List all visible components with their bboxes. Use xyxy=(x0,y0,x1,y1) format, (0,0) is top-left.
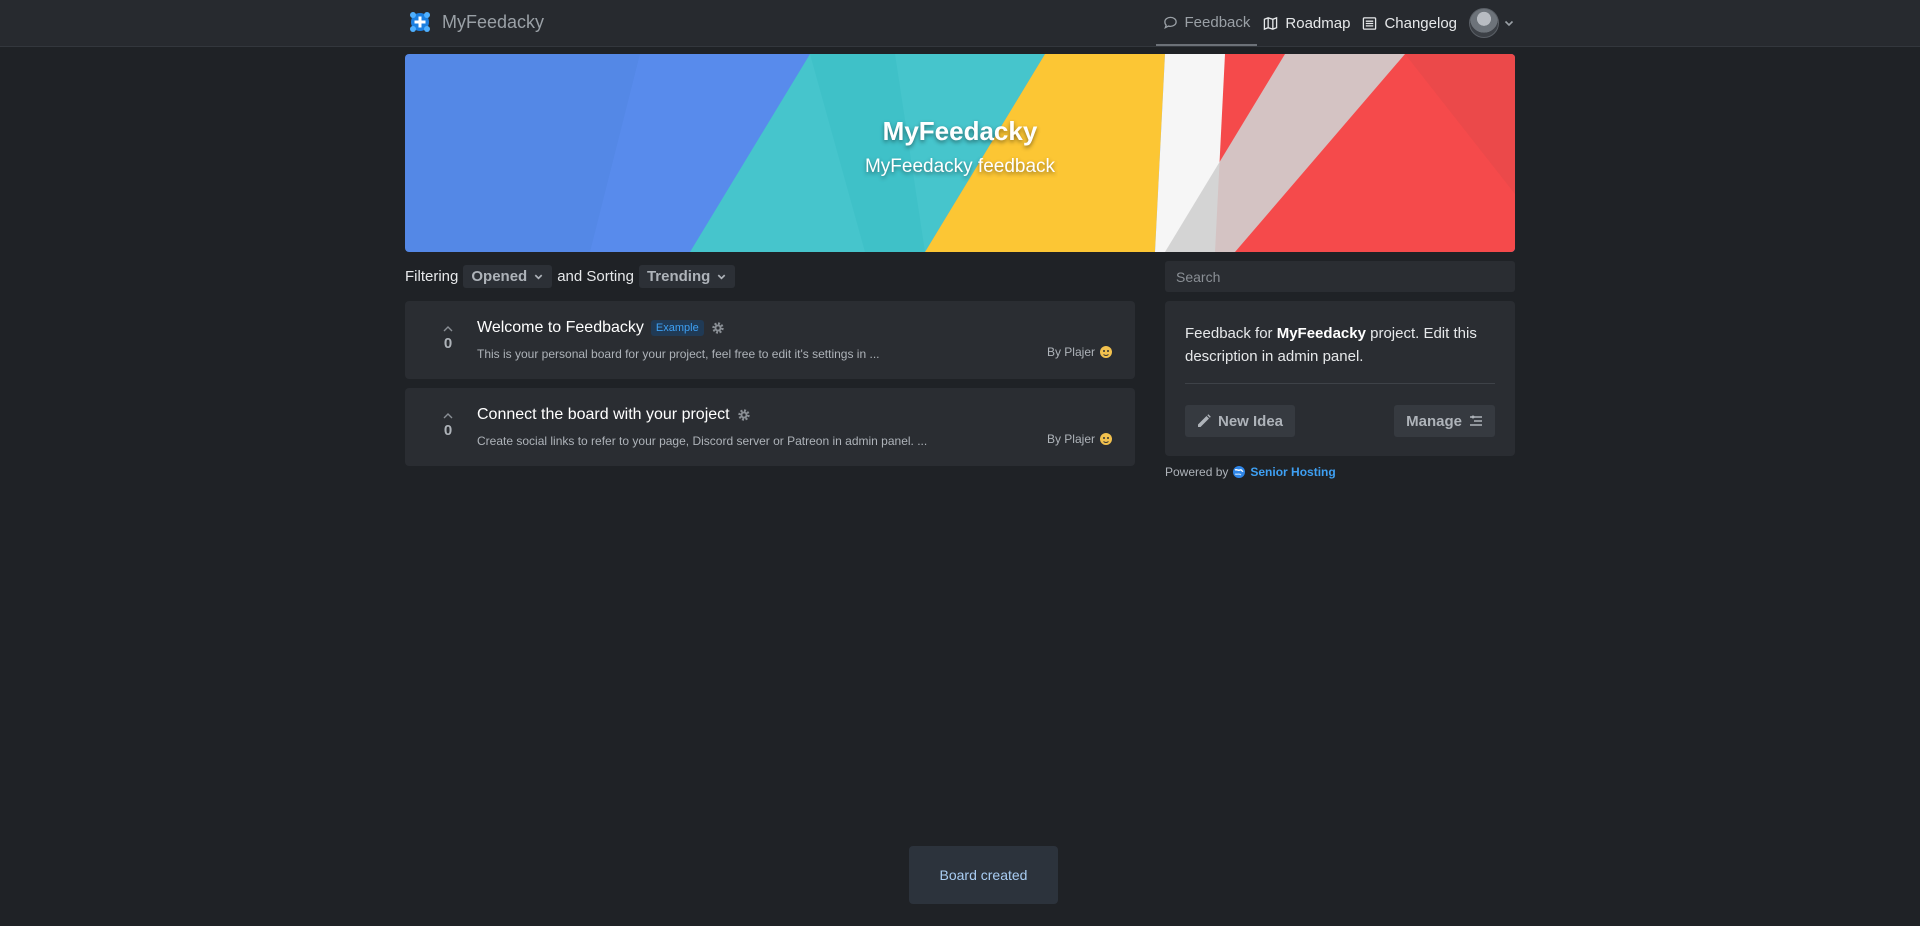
board-info-card: Feedback for MyFeedacky project. Edit th… xyxy=(1165,301,1515,456)
brand-logo-icon xyxy=(410,12,430,32)
upvote-button[interactable]: 0 xyxy=(429,412,467,439)
idea-title[interactable]: Welcome to Feedbacky xyxy=(477,319,644,337)
filtering-label: Filtering xyxy=(405,267,459,285)
nav-changelog-link[interactable]: Changelog xyxy=(1356,0,1463,46)
nav-feedback-link[interactable]: Feedback xyxy=(1155,0,1258,46)
new-idea-label: New Idea xyxy=(1218,412,1284,430)
idea-title-row: Welcome to Feedbacky Example xyxy=(477,319,725,337)
vote-count: 0 xyxy=(443,422,453,439)
globe-icon xyxy=(1233,466,1246,478)
chevron-down-icon xyxy=(1504,20,1514,27)
pencil-icon xyxy=(1198,414,1211,427)
idea-title-row: Connect the board with your project xyxy=(477,406,751,424)
nav-links: Feedback Roadmap Changelog xyxy=(1155,0,1515,46)
sort-dropdown[interactable]: Trending xyxy=(638,264,736,288)
chevron-down-icon xyxy=(717,274,726,280)
hero-banner: MyFeedacky MyFeedacky feedback xyxy=(405,54,1515,252)
senior-hosting-link[interactable]: Senior Hosting xyxy=(1232,465,1336,479)
gear-icon[interactable] xyxy=(737,408,751,422)
new-idea-button[interactable]: New Idea xyxy=(1185,405,1296,437)
author-name: By Plajer xyxy=(1046,345,1095,359)
idea-card[interactable]: 0 Connect the board with your project Cr… xyxy=(405,388,1135,466)
chat-bubble-icon xyxy=(1163,16,1177,29)
search-input[interactable] xyxy=(1165,261,1515,292)
filter-bar: Filtering Opened and Sorting Trending xyxy=(405,264,736,288)
idea-title[interactable]: Connect the board with your project xyxy=(477,406,730,424)
description-prefix: Feedback for xyxy=(1185,325,1277,342)
upvote-arrow-icon xyxy=(443,326,453,332)
project-name: MyFeedacky xyxy=(1276,325,1366,342)
list-icon xyxy=(1363,16,1377,30)
sliders-icon xyxy=(1470,415,1482,426)
idea-card[interactable]: 0 Welcome to Feedbacky Example This is y… xyxy=(405,301,1135,379)
map-icon xyxy=(1264,16,1278,30)
filter-value: Opened xyxy=(471,267,528,285)
author-avatar-icon xyxy=(1100,346,1112,358)
manage-button[interactable]: Manage xyxy=(1394,405,1495,437)
vote-count: 0 xyxy=(443,335,453,352)
nav-feedback-label: Feedback xyxy=(1184,13,1251,31)
manage-label: Manage xyxy=(1406,412,1462,430)
idea-description: This is your personal board for your pro… xyxy=(477,347,880,361)
powered-by: Powered by Senior Hosting xyxy=(1165,465,1336,479)
brand-name: MyFeedacky xyxy=(442,11,545,32)
idea-author: By Plajer xyxy=(1047,345,1113,359)
nav-roadmap-label: Roadmap xyxy=(1285,14,1351,32)
chevron-down-icon xyxy=(534,274,543,280)
example-badge: Example xyxy=(650,320,704,336)
idea-description: Create social links to refer to your pag… xyxy=(477,434,928,448)
powered-by-label: Powered by xyxy=(1165,465,1229,479)
top-navbar: MyFeedacky Feedback Roadmap Changelog xyxy=(0,0,1920,47)
sort-value: Trending xyxy=(646,267,711,285)
senior-hosting-label: Senior Hosting xyxy=(1250,465,1336,479)
upvote-arrow-icon xyxy=(443,413,453,419)
author-name: By Plajer xyxy=(1046,432,1095,446)
toast-message: Board created xyxy=(939,867,1028,883)
nav-roadmap-link[interactable]: Roadmap xyxy=(1257,0,1356,46)
idea-author: By Plajer xyxy=(1047,432,1113,446)
board-description: Feedback for MyFeedacky project. Edit th… xyxy=(1185,322,1485,368)
brand-link[interactable]: MyFeedacky xyxy=(408,10,544,34)
nav-changelog-label: Changelog xyxy=(1384,14,1457,32)
hero-title: MyFeedacky xyxy=(882,116,1038,146)
user-menu[interactable] xyxy=(1469,8,1515,38)
hero-subtitle: MyFeedacky feedback xyxy=(864,156,1056,177)
hero-background xyxy=(405,54,1515,252)
toast-notification: Board created xyxy=(909,846,1058,904)
avatar xyxy=(1469,8,1499,38)
author-avatar-icon xyxy=(1100,433,1112,445)
divider xyxy=(1185,383,1495,384)
filter-dropdown[interactable]: Opened xyxy=(463,264,553,288)
upvote-button[interactable]: 0 xyxy=(429,325,467,352)
sorting-label: and Sorting xyxy=(557,267,634,285)
gear-icon[interactable] xyxy=(711,321,725,335)
